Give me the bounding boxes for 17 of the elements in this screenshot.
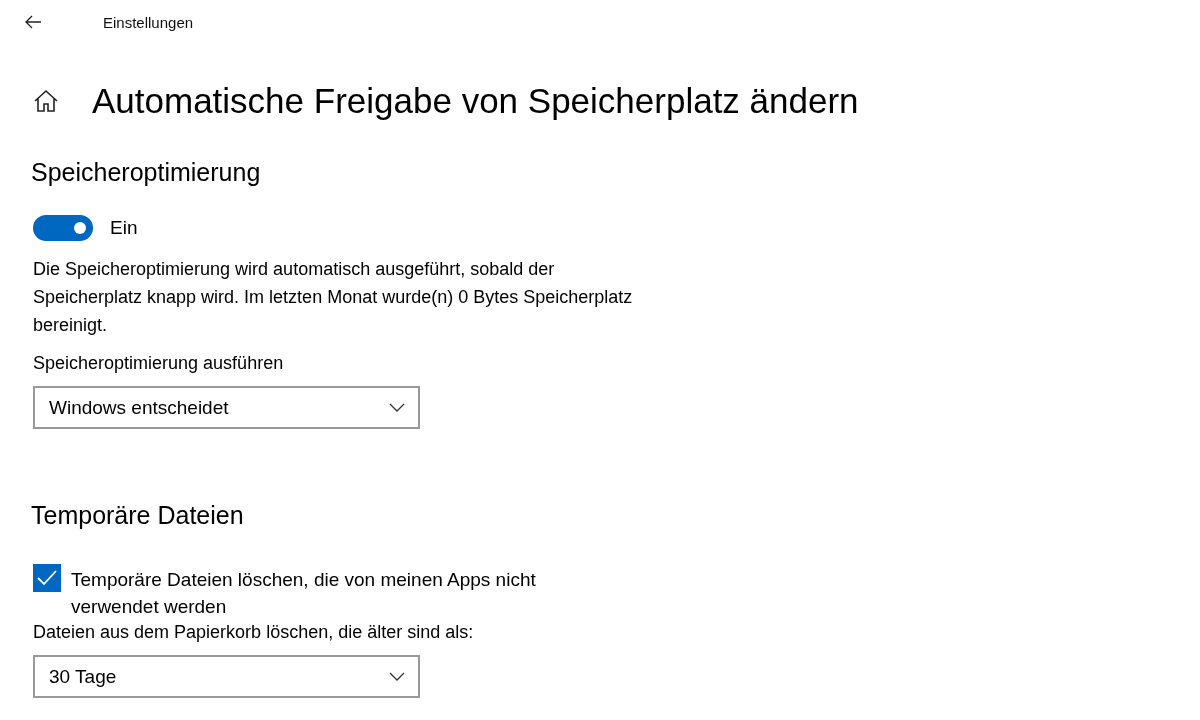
dropdown-label: Speicheroptimierung ausführen — [33, 353, 284, 374]
toggle-switch[interactable] — [33, 215, 93, 241]
window-title: Einstellungen — [103, 13, 194, 31]
section-heading: Speicheroptimierung — [31, 158, 261, 187]
page-title: Automatische Freigabe von Speicherplatz ändern — [92, 81, 859, 121]
description-text: Die Speicheroptimierung wird automatisch ausgeführt, sobald der Speicherplatz knapp wird. Im letzten Monat wurde(n) 0 Bytes Speicherplatz bereinigt. — [33, 258, 634, 337]
caret-icon — [389, 403, 405, 412]
back-icon[interactable] — [24, 15, 42, 29]
home-icon[interactable] — [33, 89, 59, 113]
dropdown-label: Dateien aus dem Papierkorb löschen, die älter sind als: — [33, 622, 474, 643]
checkbox-label: Temporäre Dateien löschen, die von meinen Apps nicht verwendet werden — [71, 568, 537, 619]
dropdown[interactable]: Windows entscheidet — [33, 386, 420, 429]
toggle-label: Ein — [110, 217, 138, 239]
caret-icon — [389, 672, 405, 681]
dropdown[interactable]: 30 Tage — [33, 655, 420, 698]
section-heading: Temporäre Dateien — [31, 501, 244, 530]
checkbox[interactable] — [33, 564, 61, 592]
